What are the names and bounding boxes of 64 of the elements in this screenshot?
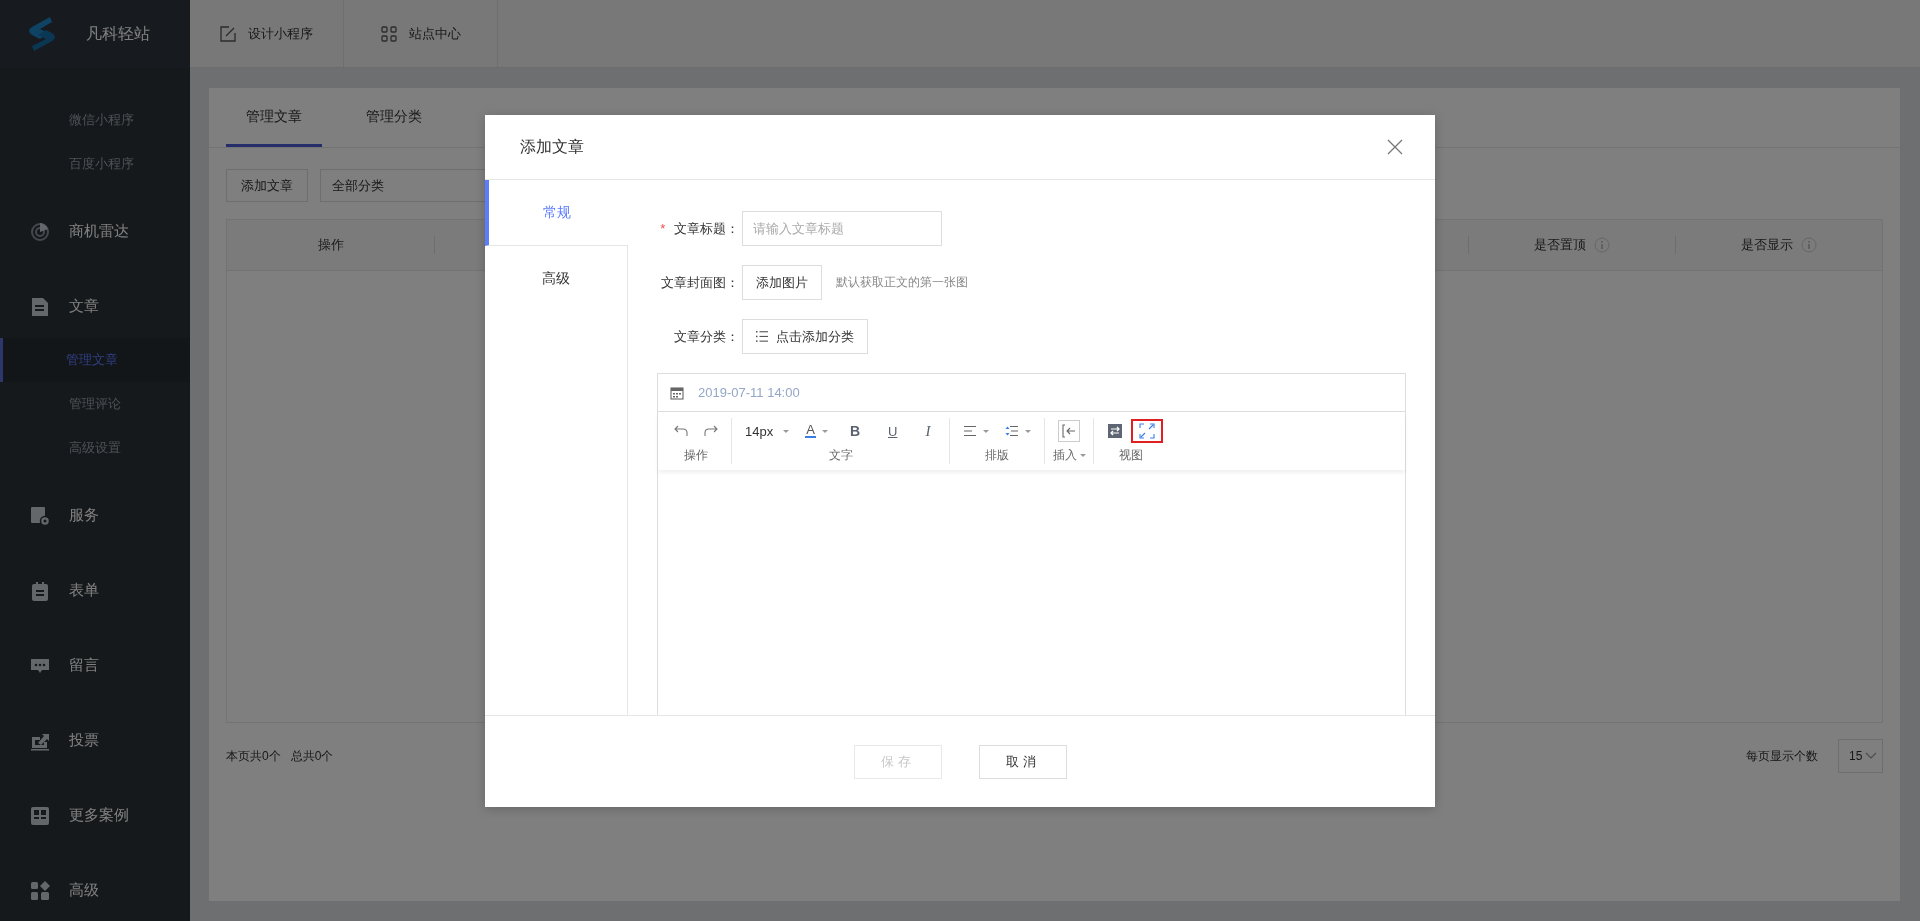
- size-tool[interactable]: 14px: [737, 419, 798, 443]
- page-tab[interactable]: 管理分类: [346, 88, 442, 147]
- bold-tool[interactable]: B: [835, 419, 874, 443]
- radar-icon: [30, 221, 50, 242]
- hint-text: 默认获取正文的第一张图: [836, 274, 968, 291]
- page-count: 本页共0个: [226, 747, 281, 765]
- app-name: 凡科轻站: [86, 23, 150, 44]
- field-label: 文章标题：: [674, 220, 739, 236]
- top-nav-item[interactable]: 设计小程序: [190, 0, 344, 67]
- chevron-down-icon: [1865, 752, 1877, 760]
- grid-icon: [380, 25, 397, 42]
- clipboard-icon: [31, 580, 49, 601]
- dialog-title: 添加文章: [520, 136, 584, 157]
- date-text: 2019-07-11 14:00: [698, 385, 800, 400]
- calendar-icon: [670, 385, 684, 400]
- toolbar-group-label: 操作: [684, 447, 708, 464]
- top-nav-item[interactable]: 站点中心: [344, 0, 498, 67]
- logo-icon: [26, 15, 58, 53]
- italic-tool[interactable]: I: [911, 418, 945, 444]
- dialog-button[interactable]: 取消: [978, 744, 1067, 779]
- fullscreen-tool[interactable]: [1131, 419, 1164, 443]
- close-icon[interactable]: [1387, 139, 1403, 155]
- color-tool[interactable]: A: [797, 420, 836, 442]
- required-mark: *: [660, 220, 666, 236]
- field-label: 文章封面图：: [661, 274, 739, 290]
- apps-icon: [30, 880, 50, 901]
- line-spacing-icon: [1005, 425, 1020, 437]
- add-article-button[interactable]: 添加文章: [226, 169, 308, 202]
- sidebar-item[interactable]: 留言: [0, 628, 190, 703]
- sidebar-item[interactable]: 表单: [0, 553, 190, 628]
- field-label: 文章分类：: [674, 328, 739, 344]
- sidebar-item[interactable]: 投票: [0, 703, 190, 778]
- toolbar-group-label: 插入: [1052, 447, 1086, 464]
- page-size-select[interactable]: 15: [1838, 739, 1883, 773]
- grid-icon: [31, 806, 49, 825]
- page-tab[interactable]: 管理文章: [226, 88, 322, 147]
- edit-icon: [220, 25, 236, 42]
- page-size-label: 每页显示个数: [1746, 747, 1818, 765]
- insert-icon: [1058, 420, 1081, 442]
- document-icon: [31, 296, 49, 317]
- dialog-tab[interactable]: 常规: [485, 180, 628, 246]
- column-header: 是否置顶: [1468, 220, 1675, 270]
- toolbar-group-label: 排版: [985, 447, 1010, 464]
- align-left-icon: [963, 425, 978, 437]
- toolbar-group-label: 视图: [1119, 447, 1144, 464]
- service-icon: [30, 505, 50, 526]
- sidebar-item[interactable]: 高级: [0, 853, 190, 921]
- add-image-button[interactable]: 添加图片: [742, 265, 822, 300]
- dialog-tab[interactable]: 高级: [485, 246, 627, 311]
- underline-tool[interactable]: U: [874, 419, 912, 443]
- toolbar-group-label: 文字: [828, 447, 853, 464]
- redo-icon: [704, 425, 718, 437]
- add-category-button[interactable]: 点击添加分类: [742, 319, 868, 354]
- list-icon: [756, 331, 768, 342]
- chat-icon: [30, 656, 50, 675]
- fullscreen-icon: [1139, 423, 1156, 439]
- total-count: 总共0个: [290, 747, 334, 765]
- column-header: 操作: [316, 236, 345, 254]
- column-header: 是否显示: [1675, 220, 1882, 270]
- undo-icon: [674, 425, 688, 437]
- sidebar-item[interactable]: 服务: [0, 478, 190, 553]
- sidebar-item[interactable]: 更多案例: [0, 778, 190, 853]
- title-input[interactable]: 请输入文章标题: [742, 211, 942, 246]
- sidebar-item[interactable]: 商机雷达: [0, 194, 190, 269]
